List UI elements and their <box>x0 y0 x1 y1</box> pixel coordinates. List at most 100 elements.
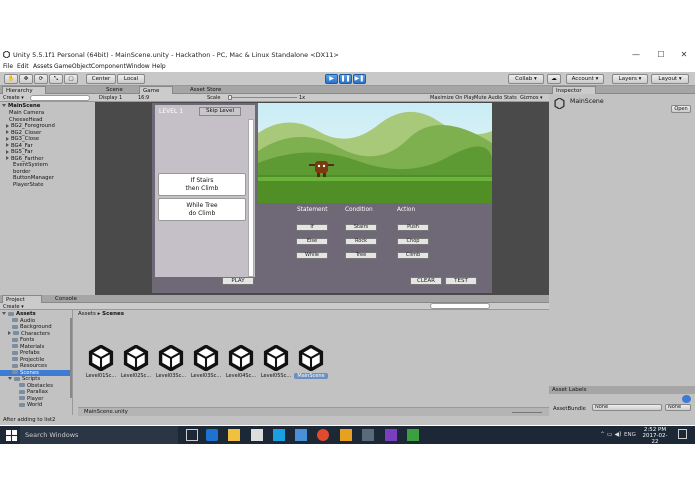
notepad-icon[interactable] <box>407 429 419 441</box>
skip-level-button[interactable]: Skip Level <box>199 107 241 116</box>
windows-start-icon[interactable] <box>6 430 17 441</box>
hand-tool-icon[interactable]: ✋ <box>4 74 18 84</box>
icon-size-slider[interactable] <box>512 412 542 413</box>
maximize-on-play-toggle[interactable]: Maximize On Play <box>430 95 474 101</box>
code-card[interactable]: If Stairs then Climb <box>158 173 246 196</box>
pause-button[interactable]: ❚❚ <box>339 74 352 84</box>
breadcrumb-assets[interactable]: Assets <box>78 311 96 317</box>
variant-dropdown[interactable]: None <box>665 404 691 411</box>
visual-studio-icon[interactable] <box>385 429 397 441</box>
hierarchy-create-button[interactable]: Create ▾ <box>3 95 24 101</box>
hierarchy-item[interactable]: PlayerState <box>0 182 95 189</box>
maximize-button[interactable]: ☐ <box>650 49 672 60</box>
close-button[interactable]: ✕ <box>673 49 695 60</box>
condition-tree-button[interactable]: Tree <box>345 252 377 259</box>
stats-toggle[interactable]: Stats <box>504 95 517 101</box>
folder-tree-scrollbar[interactable] <box>70 318 72 398</box>
statement-if-button[interactable]: If <box>296 224 328 231</box>
pivot-center-button[interactable]: Center <box>86 74 116 84</box>
collab-button[interactable]: Collab ▾ <box>508 74 544 84</box>
tab-console[interactable]: Console <box>52 295 82 303</box>
play-button[interactable]: ▶ <box>325 74 338 84</box>
project-search-input[interactable] <box>430 303 490 309</box>
menu-gameobject[interactable]: GameObject <box>54 63 91 70</box>
play-game-button[interactable]: PLAY <box>222 277 254 285</box>
move-tool-icon[interactable]: ✥ <box>19 74 33 84</box>
asset-item[interactable]: Level02Sc... <box>119 344 153 385</box>
store-icon[interactable] <box>251 429 263 441</box>
code-card-line: then Climb <box>185 185 219 192</box>
rotate-tool-icon[interactable]: ⟳ <box>34 74 48 84</box>
cloud-icon[interactable]: ☁ <box>547 74 561 84</box>
action-header: Action <box>397 207 416 213</box>
asset-item[interactable]: Level03Sc... <box>154 344 188 385</box>
project-folder-tree: Assets Audio Background Characters Fonts… <box>0 310 73 415</box>
rect-tool-icon[interactable]: ▢ <box>64 74 78 84</box>
menu-component[interactable]: Component <box>91 63 126 70</box>
chrome-icon[interactable] <box>317 429 329 441</box>
asset-item[interactable]: Level01Sc... <box>84 344 118 385</box>
folder-item[interactable]: World <box>0 402 72 409</box>
visual-studio-code-icon[interactable] <box>295 429 307 441</box>
scale-tool-icon[interactable]: ⤡ <box>49 74 63 84</box>
code-card-line: do Climb <box>188 210 216 217</box>
status-bar: After adding to list2 <box>0 416 549 425</box>
asset-item[interactable]: Level05Sc... <box>259 344 293 385</box>
aspect-dropdown[interactable]: 16:9 <box>138 95 149 101</box>
clock[interactable]: 2:52 PM 2017-02-22 <box>640 427 670 445</box>
app-icon[interactable] <box>340 429 352 441</box>
scene-root-row[interactable]: MainScene <box>0 103 95 110</box>
test-button[interactable]: TEST <box>445 277 477 285</box>
code-card[interactable]: While Tree do Climb <box>158 198 246 221</box>
menu-help[interactable]: Help <box>152 63 166 70</box>
unity-taskbar-icon[interactable] <box>362 429 374 441</box>
action-push-button[interactable]: Push <box>397 224 429 231</box>
step-button[interactable]: ▶❚ <box>353 74 366 84</box>
task-view-icon[interactable] <box>186 429 198 441</box>
action-chop-button[interactable]: Chop <box>397 238 429 245</box>
menu-window[interactable]: Window <box>126 63 150 70</box>
statement-else-button[interactable]: Else <box>296 238 328 245</box>
display-dropdown[interactable]: Display 1 <box>99 95 122 101</box>
tab-scene[interactable]: Scene <box>103 86 137 94</box>
taskbar-search[interactable]: Search Windows <box>20 426 178 444</box>
tab-asset-store[interactable]: Asset Store <box>187 86 233 94</box>
minimize-button[interactable]: — <box>625 49 647 60</box>
condition-stairs-button[interactable]: Stairs <box>345 224 377 231</box>
tab-inspector[interactable]: Inspector <box>552 86 596 94</box>
clear-button[interactable]: CLEAR <box>410 277 442 285</box>
gizmos-dropdown[interactable]: Gizmos ▾ <box>520 95 543 101</box>
asset-item[interactable]: Level04Sc... <box>224 344 258 385</box>
pivot-local-button[interactable]: Local <box>117 74 145 84</box>
menu-assets[interactable]: Assets <box>33 63 53 70</box>
statement-while-button[interactable]: While <box>296 252 328 259</box>
code-scrollbar[interactable] <box>248 119 254 277</box>
window-titlebar: Unity 5.5.1f1 Personal (64bit) - MainSce… <box>0 47 695 62</box>
layout-dropdown[interactable]: Layout ▾ <box>651 74 689 84</box>
network-icon[interactable]: ⌃ ▭ ◀) <box>600 431 621 438</box>
language-indicator[interactable]: ENG <box>624 432 636 438</box>
account-dropdown[interactable]: Account ▾ <box>566 74 604 84</box>
tab-game[interactable]: Game <box>139 86 173 94</box>
condition-rock-button[interactable]: Rock <box>345 238 377 245</box>
scale-slider[interactable] <box>229 97 297 98</box>
layers-dropdown[interactable]: Layers ▾ <box>612 74 648 84</box>
menu-edit[interactable]: Edit <box>17 63 29 70</box>
action-climb-button[interactable]: Climb <box>397 252 429 259</box>
menu-file[interactable]: File <box>3 63 13 70</box>
asset-item-selected[interactable]: MainScene <box>294 344 328 385</box>
tab-hierarchy[interactable]: Hierarchy <box>2 86 46 94</box>
assetbundle-dropdown[interactable]: None <box>592 404 662 411</box>
hierarchy-search-input[interactable] <box>30 95 90 101</box>
file-explorer-icon[interactable] <box>228 429 240 441</box>
app-icon[interactable] <box>273 429 285 441</box>
notification-icon[interactable] <box>678 429 687 439</box>
open-button[interactable]: Open <box>671 105 691 113</box>
edge-browser-icon[interactable] <box>206 429 218 441</box>
scale-slider-handle[interactable] <box>228 95 232 100</box>
breadcrumb-scenes[interactable]: Scenes <box>102 311 124 317</box>
tab-project[interactable]: Project <box>2 295 42 303</box>
mute-audio-toggle[interactable]: Mute Audio <box>474 95 502 101</box>
asset-item[interactable]: Level03Sc... <box>189 344 223 385</box>
tag-icon[interactable] <box>682 395 691 403</box>
